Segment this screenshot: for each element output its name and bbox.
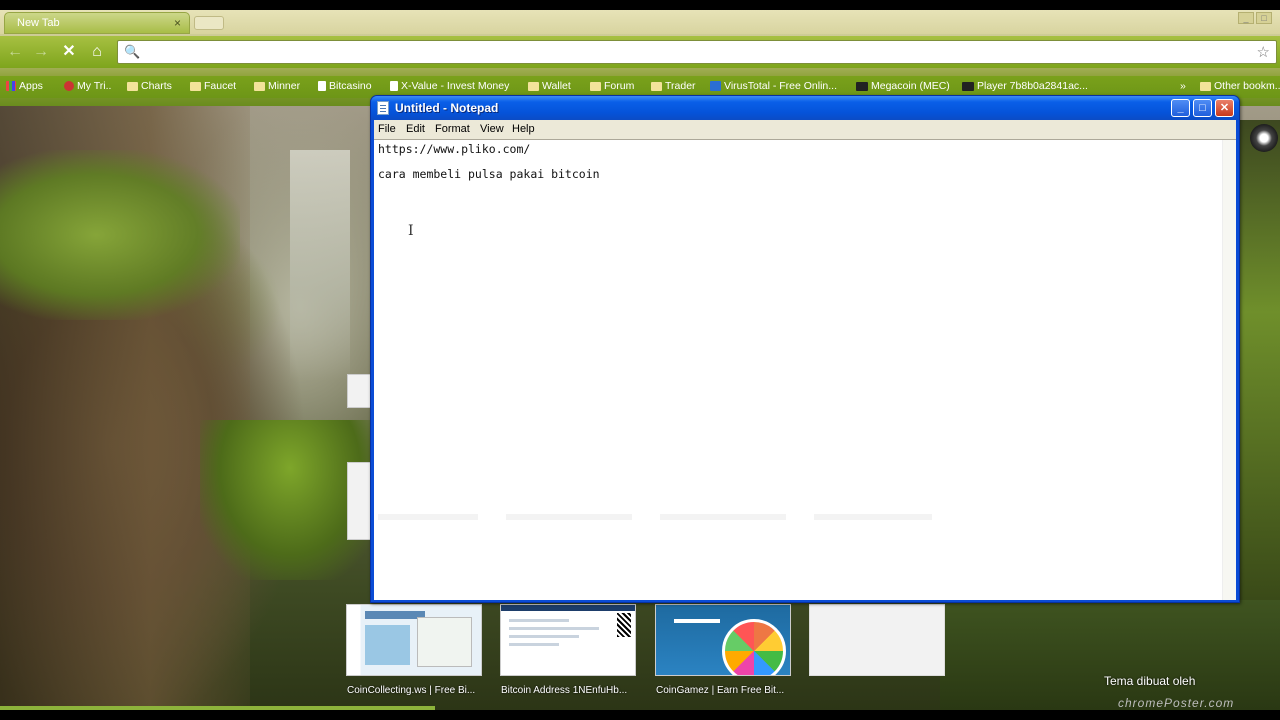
prize-wheel-icon xyxy=(722,619,786,675)
tab-new-tab[interactable]: New Tab × xyxy=(4,12,190,34)
page-icon xyxy=(318,81,326,91)
text-line: https://www.pliko.com/ xyxy=(378,142,531,156)
new-tab-button[interactable] xyxy=(194,16,224,30)
folder-icon xyxy=(190,81,201,91)
bookmark-item[interactable]: Trader xyxy=(651,80,696,92)
menu-file[interactable]: File xyxy=(378,123,396,135)
minimize-button[interactable]: _ xyxy=(1171,99,1190,117)
bookmark-label: Player 7b8b0a2841ac... xyxy=(977,80,1088,92)
bookmark-label: X-Value - Invest Money xyxy=(401,80,510,92)
folder-icon xyxy=(528,81,539,91)
notepad-text-area[interactable]: https://www.pliko.com/ cara membeli puls… xyxy=(374,139,1236,600)
most-visited-tile-4[interactable] xyxy=(809,604,945,676)
theme-credit-label: Tema dibuat oleh xyxy=(1104,674,1196,688)
bookmark-item[interactable]: Faucet xyxy=(190,80,236,92)
bookmark-item[interactable]: Charts xyxy=(127,80,172,92)
most-visited-tile-1[interactable] xyxy=(346,604,482,676)
browser-minimize-button[interactable]: _ xyxy=(1238,12,1254,24)
most-visited-title-2[interactable]: Bitcoin Address 1NEnfuHb... xyxy=(501,685,641,696)
bookmark-item[interactable]: Other bookm... xyxy=(1200,80,1280,92)
stop-icon[interactable]: ✕ xyxy=(60,43,78,61)
tab-title: New Tab xyxy=(17,17,60,29)
bookmark-item[interactable]: Apps xyxy=(6,80,43,92)
bookmark-label: VirusTotal - Free Onlin... xyxy=(724,80,838,92)
thumbnail-edge xyxy=(347,462,371,540)
most-visited-title-3[interactable]: CoinGamez | Earn Free Bit... xyxy=(656,685,796,696)
bookmark-item[interactable]: Minner xyxy=(254,80,300,92)
bookmark-label: Megacoin (MEC) xyxy=(871,80,950,92)
blue-icon xyxy=(710,81,721,91)
folder-icon xyxy=(127,81,138,91)
browser-chrome: New Tab × _ □ ← → ✕ ⌂ 🔍 ☆ Apps My Tri.. Ch… xyxy=(0,10,1280,106)
notepad-icon xyxy=(377,101,389,115)
bookmark-label: Charts xyxy=(141,80,172,92)
thumbnail-edge xyxy=(347,374,371,408)
maximize-button[interactable]: □ xyxy=(1193,99,1212,117)
letterbox-top xyxy=(0,0,1280,10)
theme-right-foliage xyxy=(1240,120,1280,600)
bookmark-item[interactable]: X-Value - Invest Money xyxy=(390,80,509,92)
notepad-window: Untitled - Notepad _ □ ✕ File Edit Forma… xyxy=(370,95,1240,603)
bookmark-item[interactable]: Player 7b8b0a2841ac... xyxy=(962,80,1088,92)
dark-icon xyxy=(856,81,868,91)
menu-edit[interactable]: Edit xyxy=(406,123,425,135)
close-button[interactable]: ✕ xyxy=(1215,99,1234,117)
browser-toolbar: ← → ✕ ⌂ 🔍 ☆ xyxy=(0,36,1280,68)
bookmark-label: Faucet xyxy=(204,80,237,92)
star-icon[interactable]: ☆ xyxy=(1257,43,1270,61)
search-icon: 🔍 xyxy=(124,44,141,59)
vertical-scrollbar[interactable] xyxy=(1222,140,1236,600)
bookmark-item[interactable]: VirusTotal - Free Onlin... xyxy=(710,80,837,92)
theme-waterfall xyxy=(290,150,350,380)
bookmark-label: Wallet xyxy=(542,80,571,92)
red-icon xyxy=(64,81,74,91)
notepad-title: Untitled - Notepad xyxy=(395,101,499,115)
bookmark-label: Minner xyxy=(268,80,301,92)
bookmark-label: Trader xyxy=(665,80,696,92)
most-visited-tile-2[interactable] xyxy=(500,604,636,676)
menu-help[interactable]: Help xyxy=(512,123,535,135)
profile-avatar-icon[interactable] xyxy=(1250,124,1278,152)
bookmark-label: My Tri.. xyxy=(77,80,112,92)
folder-icon xyxy=(590,81,601,91)
tab-strip: New Tab × _ □ xyxy=(0,10,1280,34)
tab-close-icon[interactable]: × xyxy=(174,16,181,30)
browser-window-controls: _ □ xyxy=(1238,12,1272,24)
menu-view[interactable]: View xyxy=(480,123,504,135)
text-cursor-icon: I xyxy=(408,223,414,239)
home-icon[interactable]: ⌂ xyxy=(88,43,106,61)
folder-icon xyxy=(651,81,662,91)
theme-grass xyxy=(0,150,240,320)
apps-icon xyxy=(6,81,16,91)
bookmarks-overflow-chevron-icon[interactable]: » xyxy=(1180,80,1186,92)
bookmark-label: Other bookm... xyxy=(1214,80,1280,92)
theme-credit-link[interactable]: chromePoster.com xyxy=(1118,696,1234,710)
browser-restore-button[interactable]: □ xyxy=(1256,12,1272,24)
back-arrow-icon[interactable]: ← xyxy=(6,43,24,61)
bookmark-label: Apps xyxy=(19,80,43,92)
qr-code-icon xyxy=(617,613,631,637)
bookmark-item[interactable]: My Tri.. xyxy=(64,80,111,92)
letterbox-bottom xyxy=(0,710,1280,720)
folder-icon xyxy=(1200,81,1211,91)
bookmark-item[interactable]: Megacoin (MEC) xyxy=(856,80,950,92)
text-line: cara membeli pulsa pakai bitcoin xyxy=(378,167,600,181)
forward-arrow-icon[interactable]: → xyxy=(32,43,50,61)
page-icon xyxy=(390,81,398,91)
bookmark-label: Bitcasino xyxy=(329,80,372,92)
bookmark-item[interactable]: Bitcasino xyxy=(318,80,372,92)
theme-bottom-foliage xyxy=(940,600,1280,710)
bookmark-item[interactable]: Forum xyxy=(590,80,634,92)
notepad-title-bar[interactable]: Untitled - Notepad _ □ ✕ xyxy=(371,96,1239,120)
most-visited-title-1[interactable]: CoinCollecting.ws | Free Bi... xyxy=(347,685,487,696)
bookmark-label: Forum xyxy=(604,80,635,92)
folder-icon xyxy=(254,81,265,91)
menu-format[interactable]: Format xyxy=(435,123,470,135)
most-visited-tile-3[interactable] xyxy=(655,604,791,676)
bookmark-item[interactable]: Wallet xyxy=(528,80,571,92)
notepad-menubar: File Edit Format View Help xyxy=(374,120,1236,139)
dark-icon xyxy=(962,81,974,91)
address-bar[interactable]: 🔍 ☆ xyxy=(117,40,1277,64)
